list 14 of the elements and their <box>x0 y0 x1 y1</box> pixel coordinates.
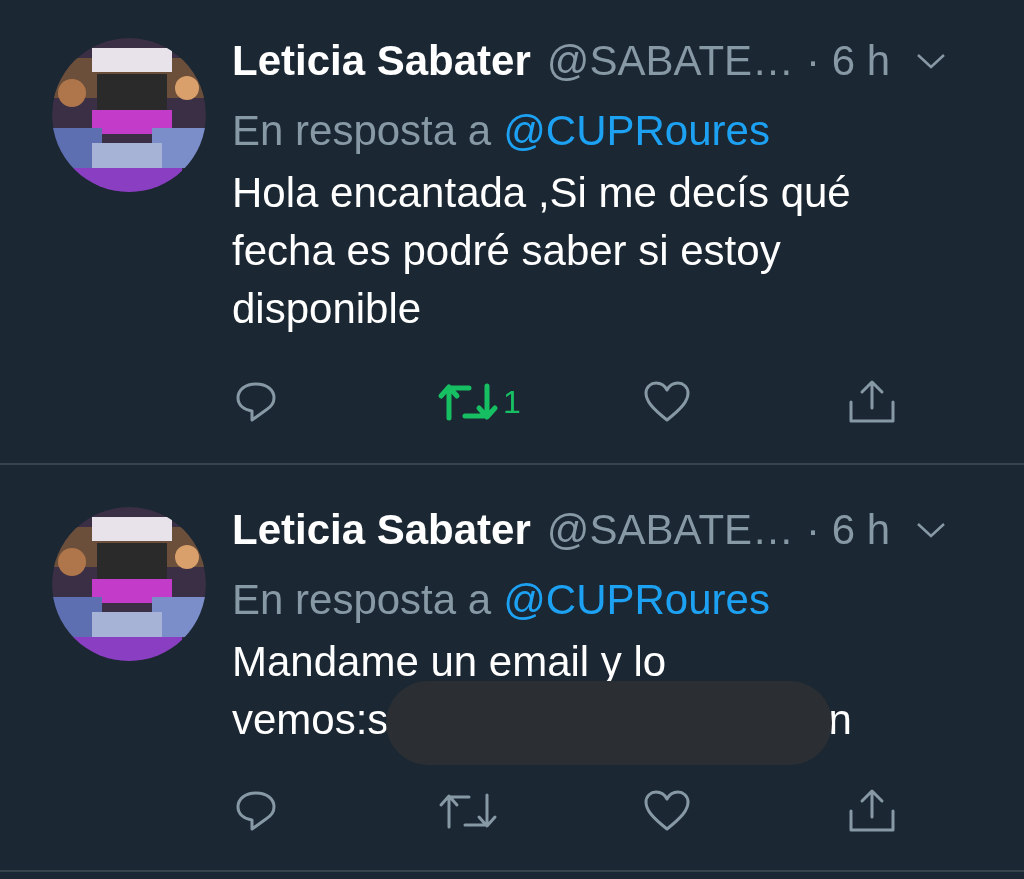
retweet-count: 1 <box>503 383 521 421</box>
tweet-time: · 6 h <box>806 506 891 554</box>
reply-label: En resposta a <box>232 107 492 154</box>
mention-link[interactable]: @CUPRoures <box>503 576 770 623</box>
tweet-text: Hola encantada ,Si me decís qué fecha es podré saber si estoy disponible <box>232 169 851 332</box>
mention-link[interactable]: @CUPRoures <box>503 107 770 154</box>
tweet-time: · 6 h <box>806 37 891 85</box>
tweet-text: n <box>828 696 852 743</box>
reply-label: En resposta a <box>232 576 492 623</box>
tweet-text: vemos:s <box>232 696 389 743</box>
user-name[interactable]: Leticia Sabater <box>232 506 531 554</box>
user-name[interactable]: Leticia Sabater <box>232 37 531 85</box>
user-handle: @SABATE… <box>546 506 795 554</box>
user-handle: @SABATE… <box>546 37 795 85</box>
